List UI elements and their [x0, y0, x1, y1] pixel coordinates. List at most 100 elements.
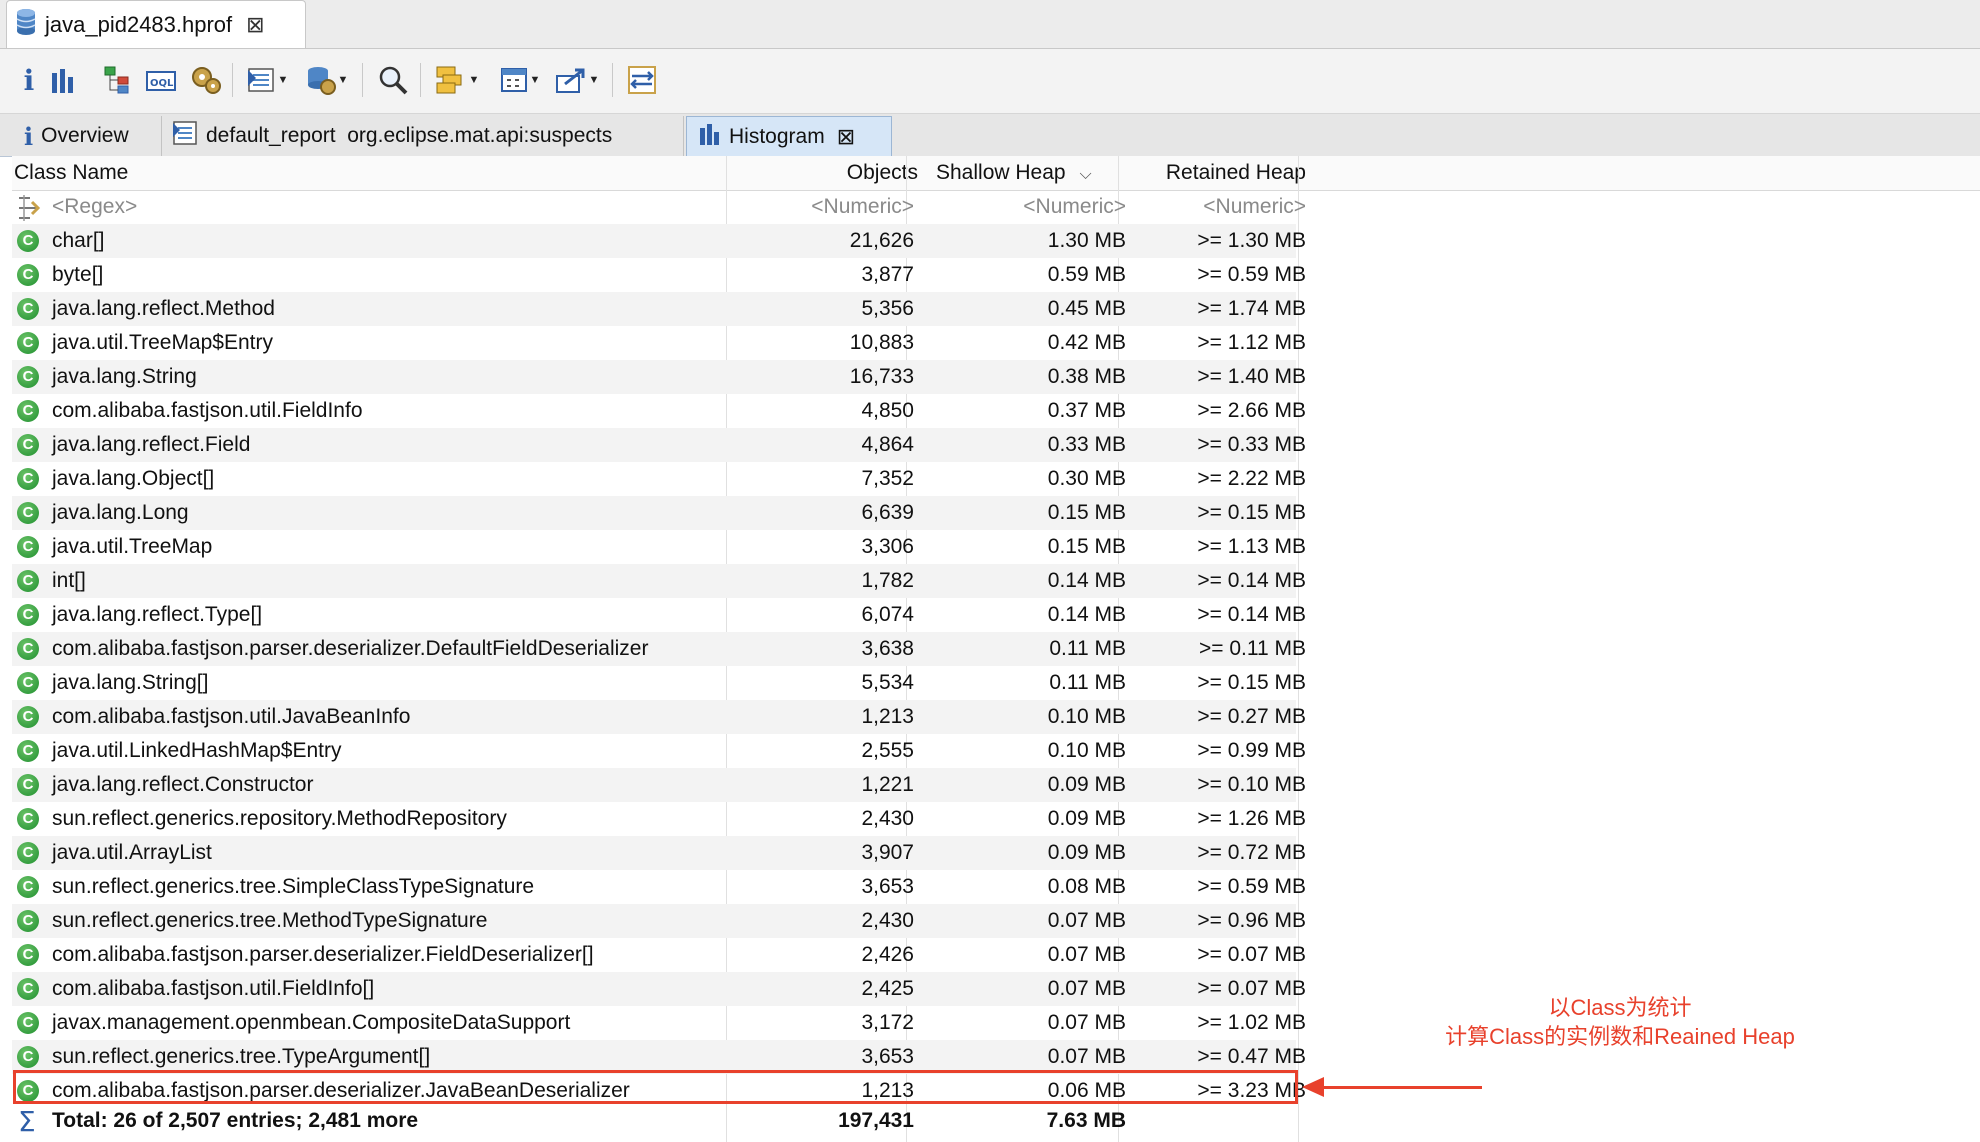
filter-row[interactable]: <Regex> <Numeric> <Numeric> <Numeric> — [12, 190, 1306, 224]
objects-cell: 2,425 — [861, 977, 914, 1000]
class-name-cell: java.util.TreeMap — [52, 535, 213, 558]
annotation-arrow — [1320, 1086, 1482, 1089]
retained-heap-cell: >= 0.10 MB — [1197, 773, 1306, 796]
table-row[interactable]: Ccom.alibaba.fastjson.util.FieldInfo[] 2,… — [12, 972, 1306, 1006]
table-row[interactable]: Csun.reflect.generics.tree.TypeArgument[… — [12, 1040, 1306, 1074]
shallow-heap-cell: 0.10 MB — [1047, 739, 1126, 762]
retained-heap-cell: >= 0.07 MB — [1197, 943, 1306, 966]
search-icon[interactable] — [376, 61, 410, 99]
heap-dump-overview-icon[interactable] — [190, 61, 222, 99]
editor-tab-title: java_pid2483.hprof — [45, 11, 233, 37]
objects-cell: 6,639 — [861, 501, 914, 524]
toolbar-separator — [420, 63, 421, 97]
info-icon[interactable]: i — [16, 61, 42, 99]
column-header-class-name[interactable]: Class Name — [14, 156, 128, 190]
close-icon[interactable]: ⊠ — [837, 124, 855, 150]
table-row[interactable]: Cjava.lang.reflect.Method 5,356 0.45 MB >= … — [12, 292, 1306, 326]
table-row[interactable]: Cjava.lang.String[] 5,534 0.11 MB >= 0.15 M… — [12, 666, 1306, 700]
table-row[interactable]: Cjava.util.LinkedHashMap$Entry 2,555 0.10 … — [12, 734, 1306, 768]
class-name-filter[interactable]: <Regex> — [52, 190, 137, 224]
shallow-heap-cell: 0.59 MB — [1047, 263, 1126, 286]
class-name-cell: byte[] — [52, 263, 104, 286]
table-row[interactable]: Cjava.lang.Object[] 7,352 0.30 MB >= 2.22 M… — [12, 462, 1306, 496]
class-icon: C — [17, 910, 39, 932]
class-icon: C — [17, 842, 39, 864]
retained-heap-cell: >= 1.13 MB — [1197, 535, 1306, 558]
retained-heap-cell: >= 0.14 MB — [1197, 569, 1306, 592]
class-name-cell: com.alibaba.fastjson.parser.deserializer… — [52, 637, 649, 660]
class-name-cell: javax.management.openmbean.CompositeData… — [52, 1011, 571, 1034]
objects-cell: 2,555 — [861, 739, 914, 762]
retained-heap-cell: >= 0.59 MB — [1197, 263, 1306, 286]
table-row[interactable]: Cbyte[] 3,877 0.59 MB >= 0.59 MB — [12, 258, 1306, 292]
table-row[interactable]: Cjava.util.ArrayList 3,907 0.09 MB >= 0.72 … — [12, 836, 1306, 870]
svg-text:OQL: OQL — [150, 78, 174, 89]
export-icon[interactable]: ▼ — [552, 61, 602, 99]
annotation-text-line1: 以Class为统计 — [1548, 995, 1692, 1020]
shallow-heap-cell: 0.08 MB — [1047, 875, 1126, 898]
table-row[interactable]: Ccom.alibaba.fastjson.parser.deserialize… — [12, 632, 1306, 666]
calculate-retained-icon[interactable]: ▼ — [496, 61, 544, 99]
objects-cell: 3,653 — [861, 875, 914, 898]
shallow-heap-cell: 0.15 MB — [1047, 535, 1126, 558]
table-row[interactable]: Cjava.lang.String 16,733 0.38 MB >= 1.40 MB — [12, 360, 1306, 394]
table-row[interactable]: Ccom.alibaba.fastjson.parser.deserialize… — [12, 938, 1306, 972]
table-row[interactable]: Cjava.lang.reflect.Type[] 6,074 0.14 MB >= … — [12, 598, 1306, 632]
tab-histogram[interactable]: Histogram ⊠ — [686, 116, 892, 156]
shallow-heap-cell: 0.09 MB — [1047, 841, 1126, 864]
histogram-icon[interactable] — [50, 61, 76, 99]
table-row[interactable]: Cjava.util.TreeMap$Entry 10,883 0.42 MB >= … — [12, 326, 1306, 360]
toolbar: i OQL ▼ ▼ ▼ ▼ ▼ — [0, 49, 1980, 114]
objects-cell: 3,638 — [861, 637, 914, 660]
table-row[interactable]: Ccom.alibaba.fastjson.util.JavaBeanInfo 1… — [12, 700, 1306, 734]
class-icon: C — [17, 434, 39, 456]
retained-heap-cell: >= 0.11 MB — [1198, 637, 1306, 660]
run-report-icon[interactable]: ▼ — [244, 61, 290, 99]
query-browser-icon[interactable]: ▼ — [304, 61, 350, 99]
class-name-cell: java.lang.reflect.Method — [52, 297, 275, 320]
column-header-shallow-heap[interactable]: Shallow Heap ⌵ — [936, 156, 1092, 190]
retained-heap-filter[interactable]: <Numeric> — [1124, 190, 1306, 224]
table-row[interactable]: Csun.reflect.generics.repository.MethodR… — [12, 802, 1306, 836]
table-row[interactable]: Cchar[] 21,626 1.30 MB >= 1.30 MB — [12, 224, 1306, 258]
class-icon: C — [17, 944, 39, 966]
editor-tab-hprof[interactable]: java_pid2483.hprof ⊠ — [6, 0, 306, 48]
class-name-cell: int[] — [52, 569, 86, 592]
retained-heap-cell: >= 1.12 MB — [1197, 331, 1306, 354]
class-icon: C — [17, 468, 39, 490]
class-name-cell: java.lang.Long — [52, 501, 189, 524]
table-row[interactable]: Ccom.alibaba.fastjson.util.FieldInfo 4,85… — [12, 394, 1306, 428]
oql-icon[interactable]: OQL — [146, 61, 176, 99]
dominator-tree-icon[interactable] — [104, 61, 132, 99]
class-name-cell: java.lang.reflect.Type[] — [52, 603, 263, 626]
class-icon: C — [17, 1046, 39, 1068]
objects-cell: 1,213 — [861, 705, 914, 728]
retained-heap-cell: >= 0.99 MB — [1197, 739, 1306, 762]
shallow-heap-cell: 0.07 MB — [1047, 1011, 1126, 1034]
table-row[interactable]: Cjava.lang.Long 6,639 0.15 MB >= 0.15 MB — [12, 496, 1306, 530]
table-row[interactable]: Cjavax.management.openmbean.CompositeDat… — [12, 1006, 1306, 1040]
highlight-box — [13, 1070, 1298, 1104]
column-header-retained-heap[interactable]: Retained Heap — [1142, 156, 1306, 190]
database-icon — [15, 8, 37, 41]
table-row[interactable]: Cjava.lang.reflect.Constructor 1,221 0.09 … — [12, 768, 1306, 802]
total-shallow-heap: 7.63 MB — [1046, 1109, 1126, 1132]
shallow-heap-cell: 0.09 MB — [1047, 807, 1126, 830]
class-name-cell: java.lang.reflect.Field — [52, 433, 251, 456]
sum-icon: Σ — [18, 1105, 36, 1138]
compare-icon[interactable] — [624, 61, 660, 99]
close-icon[interactable]: ⊠ — [246, 12, 264, 38]
histogram-icon — [699, 123, 721, 151]
table-row[interactable]: Csun.reflect.generics.tree.SimpleClassTy… — [12, 870, 1306, 904]
shallow-heap-filter[interactable]: <Numeric> — [912, 190, 1126, 224]
table-row[interactable]: Cjava.util.TreeMap 3,306 0.15 MB >= 1.13 MB — [12, 530, 1306, 564]
tab-default-report[interactable]: default_report org.eclipse.mat.api:suspe… — [164, 116, 684, 156]
column-header-objects[interactable]: Objects — [732, 156, 918, 190]
tab-overview[interactable]: i Overview — [12, 116, 162, 156]
table-row[interactable]: Csun.reflect.generics.tree.MethodTypeSig… — [12, 904, 1306, 938]
table-row[interactable]: Cjava.lang.reflect.Field 4,864 0.33 MB >= 0… — [12, 428, 1306, 462]
group-by-icon[interactable]: ▼ — [432, 61, 482, 99]
objects-filter[interactable]: <Numeric> — [732, 190, 914, 224]
shallow-heap-cell: 0.45 MB — [1047, 297, 1126, 320]
table-row[interactable]: Cint[] 1,782 0.14 MB >= 0.14 MB — [12, 564, 1306, 598]
